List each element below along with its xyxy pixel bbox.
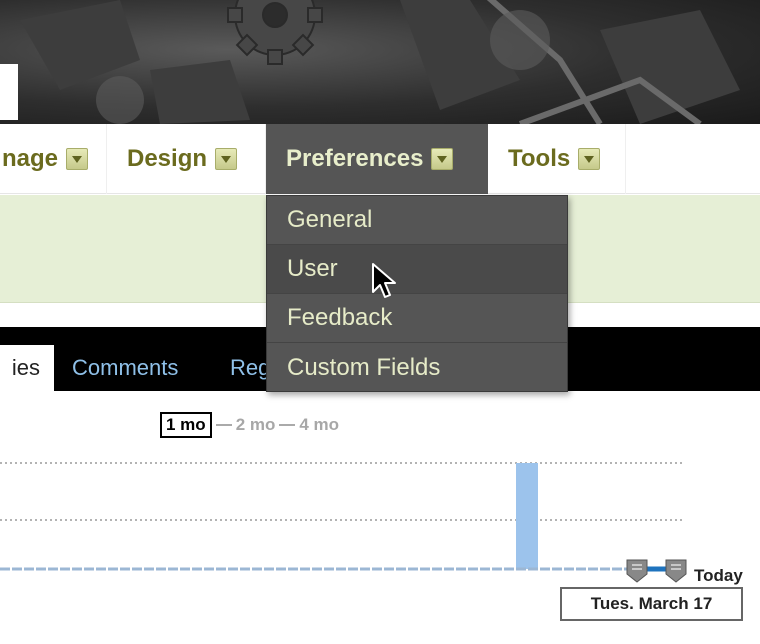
dropdown-arrow-icon[interactable]: [215, 148, 238, 170]
range-separator: [215, 424, 232, 426]
nav-label: Preferences: [286, 145, 424, 172]
range-handle-left-icon: [626, 559, 648, 583]
tab-label: ies: [11, 355, 40, 380]
header-banner: [0, 0, 760, 124]
nav-manage[interactable]: nage: [0, 124, 107, 194]
banner-white-tab: [0, 64, 18, 120]
tab-entries[interactable]: ies: [0, 345, 54, 391]
range-2mo-button[interactable]: 2 mo: [236, 415, 276, 435]
menu-item-general[interactable]: General: [267, 196, 567, 245]
tab-comments[interactable]: Comments: [72, 345, 178, 391]
dropdown-arrow-icon[interactable]: [578, 148, 601, 170]
range-4mo-button[interactable]: 4 mo: [299, 415, 339, 435]
main-nav: nage Design Preferences Tools: [0, 124, 760, 194]
nav-design[interactable]: Design: [107, 124, 266, 194]
tab-label: Reg: [230, 355, 271, 380]
menu-item-custom-fields[interactable]: Custom Fields: [267, 343, 567, 392]
menu-item-user[interactable]: User: [267, 245, 567, 294]
nav-preferences[interactable]: Preferences: [266, 124, 488, 194]
gears-artwork: [20, 0, 740, 124]
tab-registrations[interactable]: Reg: [230, 345, 270, 391]
dropdown-arrow-icon[interactable]: [431, 148, 454, 170]
range-handle-right-icon: [665, 559, 687, 583]
nav-tools[interactable]: Tools: [488, 124, 626, 194]
selected-date-label: Tues. March 17: [560, 587, 743, 621]
menu-item-feedback[interactable]: Feedback: [267, 294, 567, 343]
today-label: Today: [694, 566, 743, 585]
tab-label: Comments: [72, 355, 179, 380]
nav-label: Design: [127, 145, 208, 172]
nav-label: Tools: [508, 145, 571, 172]
dropdown-arrow-icon[interactable]: [66, 148, 88, 170]
range-selector: 1 mo 2 mo 4 mo: [160, 411, 339, 439]
preferences-dropdown-menu: General User Feedback Custom Fields: [266, 195, 568, 392]
nav-label: nage: [1, 145, 58, 172]
range-1mo-button[interactable]: 1 mo: [160, 412, 212, 438]
range-separator: [279, 424, 296, 426]
chart-bar: [516, 463, 538, 569]
mouse-pointer-icon: [372, 263, 396, 298]
